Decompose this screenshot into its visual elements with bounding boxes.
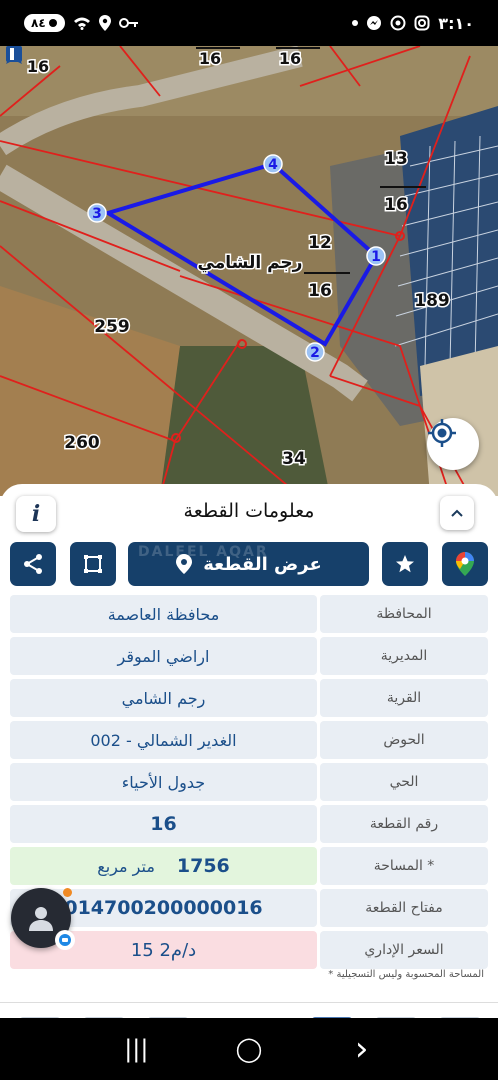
table-row: رجم الشامي القرية [10, 679, 488, 717]
parcel-num-260: 260 [64, 433, 100, 453]
neighborhood-label: الحي [320, 763, 488, 801]
star-icon [396, 555, 414, 573]
parcel-num-34: 34 [282, 449, 306, 469]
app-screen: ٨٤ ٣:١٠ 1 2 3 4 رجم الشامي 16 16 16 13 1… [0, 0, 498, 1080]
parcel-num-top-center: 16 [199, 49, 221, 68]
parcel-num-12-den: 16 [308, 281, 332, 301]
map-canvas[interactable]: 1 2 3 4 رجم الشامي 16 16 16 13 16 12 16 … [0, 46, 498, 496]
favorite-button[interactable] [382, 542, 428, 586]
messenger-badge-icon [59, 934, 71, 946]
status-bar: ٨٤ ٣:١٠ [0, 0, 498, 46]
parcel-num-top-center2: 16 [279, 49, 301, 68]
status-right: ٣:١٠ [352, 14, 474, 33]
google-maps-button[interactable] [442, 542, 488, 586]
action-bar: DALEEL AQAR عرض القطعة [10, 542, 488, 588]
wifi-icon [73, 17, 90, 30]
area-label: المساحة * [320, 847, 488, 885]
parcel-num-13: 13 [384, 149, 408, 169]
info-button[interactable]: i [16, 496, 56, 532]
table-row: 014700200000016 مفتاح القطعة [10, 889, 488, 927]
table-row: 16 رقم القطعة [10, 805, 488, 843]
vertex-1: 1 [371, 249, 381, 265]
instagram-icon [414, 15, 430, 31]
watermark-text: DALEEL AQAR [138, 544, 269, 560]
show-parcel-button[interactable]: DALEEL AQAR عرض القطعة [128, 542, 369, 586]
parcel-num-13-den: 16 [384, 195, 408, 215]
governorate-value: محافظة العاصمة [10, 595, 317, 633]
share-icon [24, 554, 42, 574]
table-row: متر مربع 1756 المساحة * [10, 847, 488, 885]
table-row: الغدير الشمالي - 002 الحوض [10, 721, 488, 759]
parcel-details-table: محافظة العاصمة المحافظة اراضي الموقر الم… [10, 595, 488, 973]
village-label-cell: القرية [320, 679, 488, 717]
parcel-num-259: 259 [94, 317, 130, 337]
crosshair-icon [428, 419, 456, 447]
polygon-outline-icon [84, 555, 102, 573]
google-maps-icon [456, 552, 474, 576]
chat-head-button[interactable] [11, 888, 75, 950]
status-left: ٨٤ [24, 14, 139, 32]
share-button[interactable] [10, 542, 56, 586]
area-number: 1756 [176, 855, 230, 877]
battery-level: ٨٤ [31, 16, 46, 30]
vertex-2: 2 [310, 345, 320, 361]
chatgpt-icon [390, 15, 406, 31]
area-value: متر مربع 1756 [10, 847, 317, 885]
measure-area-button[interactable] [70, 542, 116, 586]
parcel-num-12: 12 [308, 233, 332, 253]
table-row: جدول الأحياء الحي [10, 763, 488, 801]
system-nav-bar: ||| ◯ › [0, 1018, 498, 1080]
clock: ٣:١٠ [438, 13, 474, 33]
parcel-map[interactable]: 1 2 3 4 رجم الشامي 16 16 16 13 16 12 16 … [0, 46, 498, 496]
battery-icon [48, 19, 57, 27]
neighborhood-value: جدول الأحياء [10, 763, 317, 801]
directorate-value: اراضي الموقر [10, 637, 317, 675]
parcel-num-189: 189 [414, 291, 450, 311]
avatar-icon [29, 907, 53, 931]
directorate-label: المديرية [320, 637, 488, 675]
village-value: رجم الشامي [10, 679, 317, 717]
home-button[interactable]: ◯ [229, 1029, 269, 1069]
admin-price-label: السعر الإداري [320, 931, 488, 969]
parcel-info-panel: i معلومات القطعة DALEEL AQAR عرض القطعة [0, 484, 498, 1014]
panel-header: i معلومات القطعة [14, 494, 484, 538]
collapse-button[interactable] [440, 496, 474, 530]
map-layers-icon[interactable] [0, 46, 28, 64]
dot-icon [352, 20, 359, 26]
parcel-key-label: مفتاح القطعة [320, 889, 488, 927]
table-row: محافظة العاصمة المحافظة [10, 595, 488, 633]
vertex-4: 4 [268, 157, 278, 173]
panel-title: معلومات القطعة [183, 500, 315, 522]
chevron-up-icon [451, 509, 463, 517]
back-button[interactable]: › [342, 1029, 382, 1069]
parcel-number-value: 16 [10, 805, 317, 843]
basin-label: الحوض [320, 721, 488, 759]
table-row: 15 د/م2 السعر الإداري [10, 931, 488, 969]
basin-value: الغدير الشمالي - 002 [10, 721, 317, 759]
battery-indicator: ٨٤ [24, 14, 65, 32]
location-icon [98, 15, 111, 31]
recents-button[interactable]: ||| [116, 1029, 156, 1069]
village-label: رجم الشامي [198, 253, 303, 273]
online-dot [63, 888, 72, 897]
my-location-button[interactable] [427, 418, 479, 470]
vertex-3: 3 [92, 206, 102, 222]
key-icon [118, 18, 138, 28]
area-unit: متر مربع [97, 856, 155, 876]
messenger-icon [367, 16, 382, 30]
governorate-label: المحافظة [320, 595, 488, 633]
parcel-number-label: رقم القطعة [320, 805, 488, 843]
table-row: اراضي الموقر المديرية [10, 637, 488, 675]
messenger-badge [55, 930, 75, 950]
area-footnote: * المساحة المحسوبة وليس التسجيلية [328, 969, 484, 980]
